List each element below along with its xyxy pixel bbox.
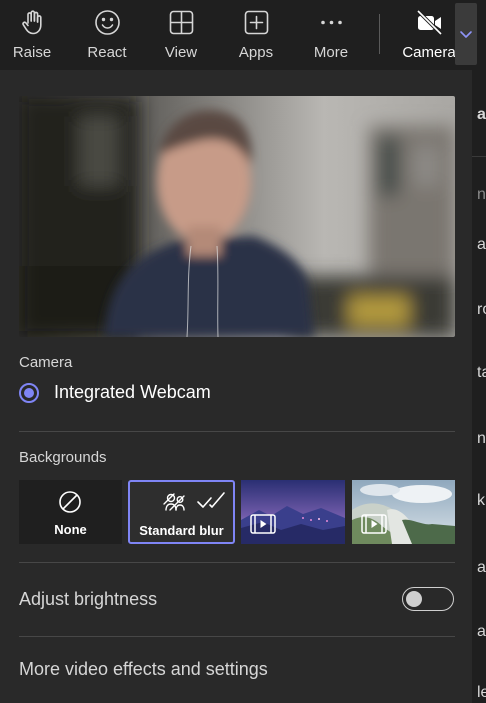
video-background-icon [361,514,387,534]
camera-options-button[interactable] [455,3,477,65]
camera-heading: Camera [19,354,73,371]
checkmark-icon [197,492,225,508]
smiley-icon [95,10,120,35]
more-label: More [313,44,349,61]
camera-off-icon [416,9,443,36]
background-image-option[interactable] [352,480,455,544]
side-panel-edge: a n ar ro ta ng k ac ag le [472,70,486,703]
blur-icon [163,493,185,511]
side-panel-fragment: ar [477,236,486,253]
ellipsis-icon [321,20,342,25]
view-button[interactable]: View [150,0,212,70]
apps-button[interactable]: Apps [225,0,287,70]
raise-label: Raise [12,44,52,61]
background-thumbnail [241,480,345,544]
camera-preview [19,96,455,337]
view-label: View [164,44,198,61]
more-button[interactable]: More [300,0,362,70]
video-background-icon [250,514,276,534]
side-panel-fragment: n [477,186,486,203]
backgrounds-heading: Backgrounds [19,449,107,466]
side-panel-fragment: ta [477,364,486,381]
background-none-label: None [54,522,87,537]
grid-icon [169,10,194,35]
side-panel-fragment: k [477,492,485,509]
plus-square-icon [244,10,269,35]
adjust-brightness-toggle[interactable] [402,587,454,611]
react-button[interactable]: React [76,0,138,70]
react-label: React [87,44,127,61]
webcam-label[interactable]: Integrated Webcam [54,382,211,403]
chevron-down-icon [460,31,472,38]
toolbar-divider [379,14,380,54]
background-thumbnail [352,480,455,544]
apps-label: Apps [238,44,274,61]
side-panel-fragment: le [477,684,486,701]
section-divider [19,636,455,637]
section-divider [19,431,455,432]
webcam-radio[interactable] [19,383,39,403]
hand-icon [22,10,42,35]
meeting-toolbar: Raise React View Apps More Camera [0,0,486,70]
side-panel-fragment: ng [477,430,486,447]
background-blur-label: Standard blur [139,523,224,538]
more-video-effects-link[interactable]: More video effects and settings [19,659,268,680]
raise-button[interactable]: Raise [1,0,63,70]
camera-label: Camera [402,44,456,61]
side-panel-fragment: ag [477,623,486,640]
background-none-option[interactable]: None [19,480,122,544]
prohibited-icon [59,491,81,513]
camera-button[interactable]: Camera [398,0,460,70]
background-blur-option[interactable]: Standard blur [128,480,235,544]
side-panel-fragment: ro [477,301,486,318]
background-image-option[interactable] [241,480,345,544]
section-divider [19,562,455,563]
adjust-brightness-label: Adjust brightness [19,589,158,609]
side-panel-fragment: ac [477,559,486,576]
side-panel-fragment: a [477,106,486,123]
side-panel-divider [472,156,486,157]
